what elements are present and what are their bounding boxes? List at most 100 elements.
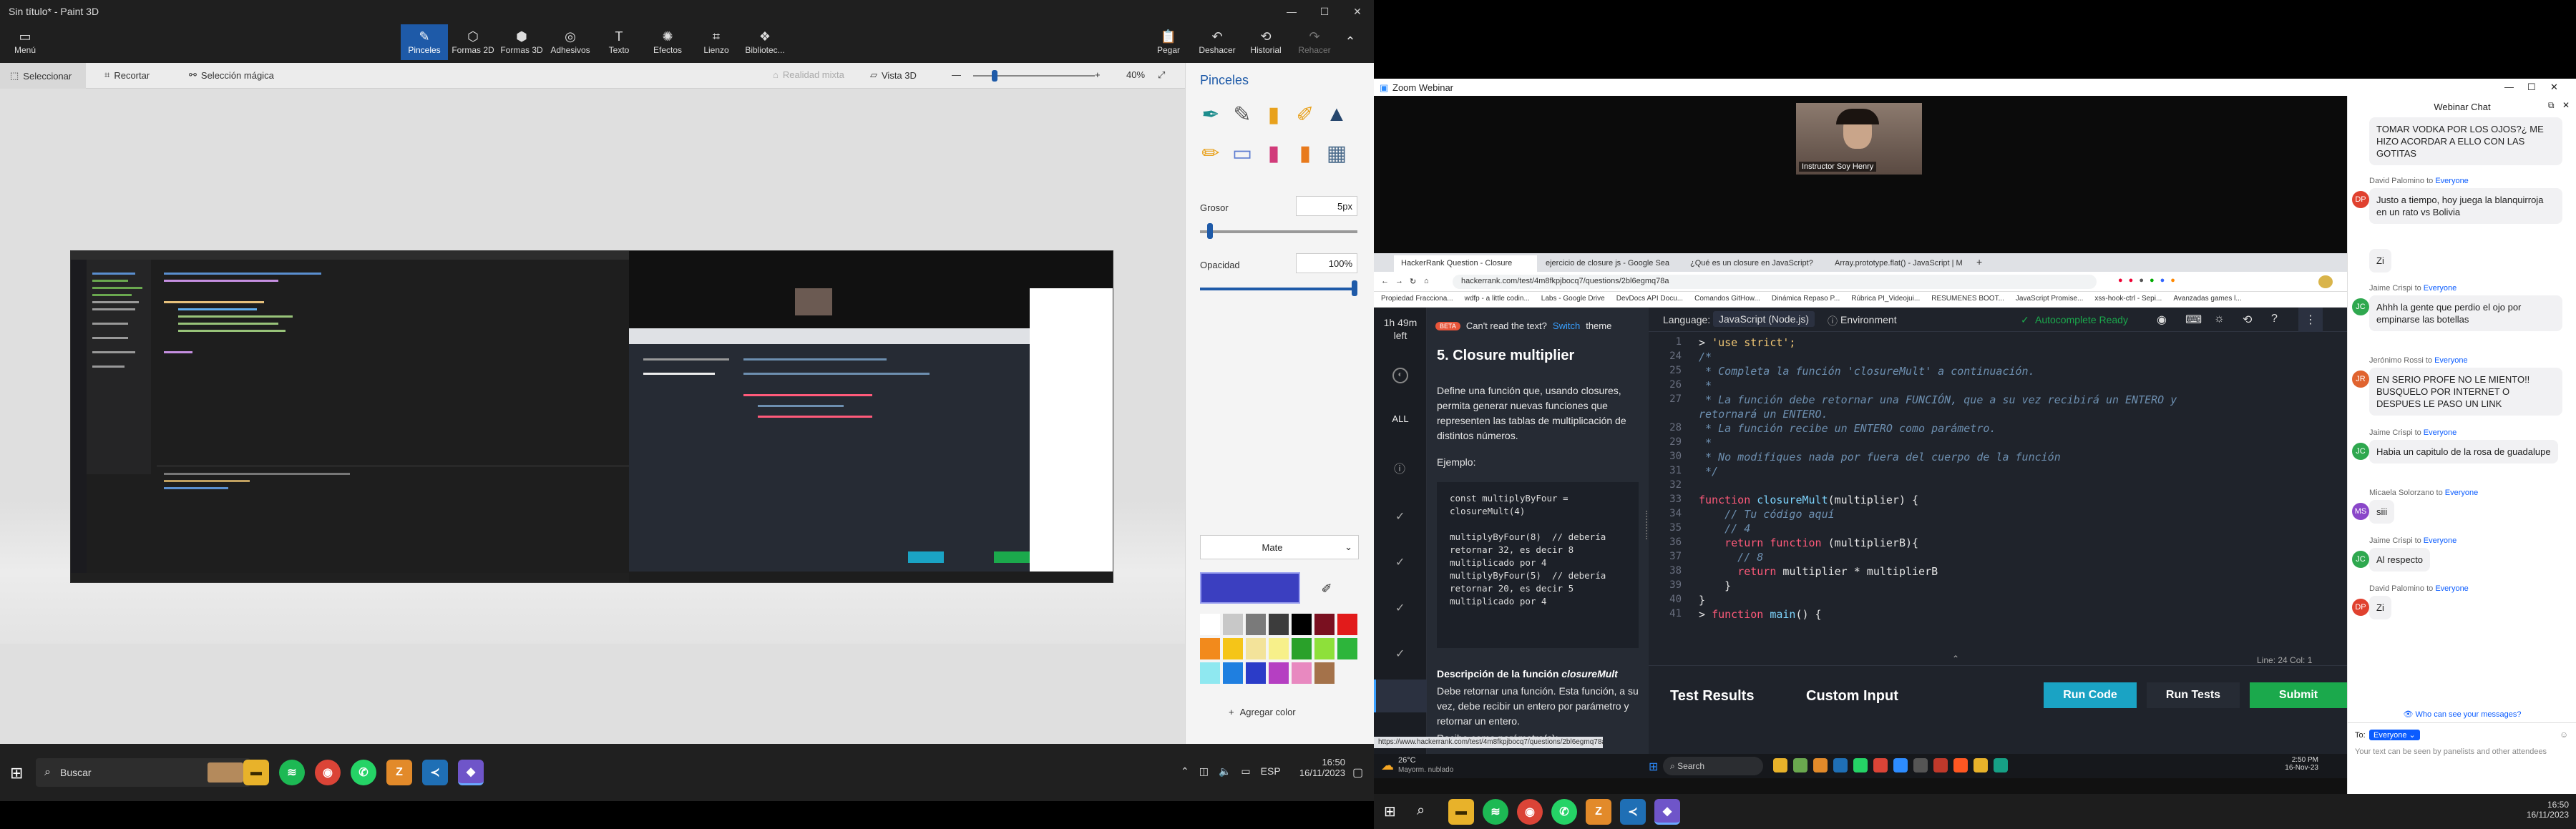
bookmark-item[interactable]: Dinámica Repaso P... — [1772, 295, 1840, 303]
minimize-icon[interactable]: — — [1275, 0, 1308, 23]
color-swatch[interactable] — [1292, 614, 1312, 635]
color-swatch[interactable] — [1337, 638, 1357, 659]
pixel-pen-icon[interactable]: ▲ — [1326, 99, 1347, 130]
chrome-icon[interactable]: ◉ — [1517, 799, 1543, 825]
paint3d-taskbar-icon[interactable]: ◆ — [1654, 799, 1680, 825]
thickness-input[interactable]: 5px — [1296, 196, 1357, 216]
magic-select-button[interactable]: ⚯ Selección mágica — [189, 69, 274, 81]
color-swatch[interactable] — [1269, 638, 1289, 659]
inner-app-icon[interactable] — [1913, 758, 1928, 772]
add-color-button[interactable]: + Agregar color — [1229, 707, 1296, 717]
menu-button[interactable]: ▭ Menú — [1, 24, 49, 60]
tool-shapes2d[interactable]: ⬡ Formas 2D — [449, 24, 497, 60]
inner-search-box[interactable]: ⌕ Search — [1663, 757, 1763, 775]
browser-tab[interactable]: ¿Qué es un closure en JavaScript? — [1683, 255, 1826, 272]
zoom-in-button[interactable]: + — [1095, 69, 1101, 80]
color-swatch[interactable] — [1292, 662, 1312, 684]
pencil-icon[interactable]: ✏ — [1200, 137, 1221, 169]
chat-message[interactable]: David Palomino to Everyone Justo a tiempo… — [2352, 177, 2562, 224]
bookmark-item[interactable]: RESUMENES BOOT... — [1931, 295, 2004, 303]
browser-tab[interactable]: ejercicio de closure js - Google Sea — [1538, 255, 1682, 272]
info-icon[interactable]: ⓘ — [1394, 459, 1405, 476]
undo-button[interactable]: ↶ Deshacer — [1194, 24, 1241, 60]
color-swatch[interactable] — [1314, 662, 1335, 684]
code-area[interactable]: 1 > 'use strict'; 24 /* 25 * Completa la fun… — [1649, 336, 2347, 651]
chat-message[interactable]: Jaime Crispi to Everyone Al respecto JC — [2352, 536, 2562, 572]
bookmark-item[interactable]: JavaScript Promise... — [2016, 295, 2083, 303]
fill-icon[interactable]: ▦ — [1326, 137, 1347, 169]
tool-library[interactable]: ❖ Bibliotec... — [741, 24, 789, 60]
redo-button[interactable]: ↷ Rehacer — [1291, 24, 1338, 60]
color-swatch[interactable] — [1223, 638, 1243, 659]
inner-app-icon[interactable] — [1773, 758, 1787, 772]
new-tab-icon[interactable]: + — [1976, 256, 1982, 268]
tab-custom-input[interactable]: Custom Input — [1806, 688, 1898, 705]
tool-text[interactable]: T Texto — [595, 24, 643, 60]
chat-message[interactable]: Jaime Crispi to Everyone Ahhh la gente qu… — [2352, 284, 2562, 331]
color-swatch[interactable] — [1200, 614, 1220, 635]
inner-app-icon[interactable] — [1953, 758, 1968, 772]
inner-app-icon[interactable] — [1974, 758, 1988, 772]
vscode-icon[interactable]: ≺ — [1620, 799, 1646, 825]
language-indicator[interactable]: ESP — [1261, 765, 1281, 778]
more-options-icon[interactable]: ⋮ — [2298, 308, 2323, 332]
extension-icons[interactable]: ● ● ● ● ● ● — [2118, 276, 2175, 285]
zoom-slider-thumb[interactable] — [992, 70, 997, 82]
color-swatch[interactable] — [1337, 614, 1357, 635]
bookmark-item[interactable]: Propiedad Fracciona... — [1381, 295, 1453, 303]
chat-message[interactable]: Micaela Solorzano to Everyone siii MS — [2352, 489, 2562, 524]
paste-button[interactable]: 📋 Pegar — [1145, 24, 1192, 60]
emoji-icon[interactable]: ☺ — [2560, 730, 2568, 740]
current-question-item[interactable] — [1374, 680, 1427, 712]
windows-start-icon[interactable]: ⊞ — [1649, 760, 1658, 774]
zoom-taskbar-icon[interactable]: Z — [386, 760, 412, 785]
environment-link[interactable]: Environment — [1840, 314, 1897, 325]
home-icon[interactable]: ⌂ — [1424, 277, 1429, 285]
tool-stickers[interactable]: ◎ Adhesivos — [547, 24, 594, 60]
color-swatch[interactable] — [1246, 638, 1266, 659]
crayon-icon[interactable]: ▮ — [1263, 137, 1284, 169]
maximize-icon[interactable]: ☐ — [2527, 82, 2536, 93]
collapse-ribbon-button[interactable]: ⌃ — [1332, 24, 1368, 60]
chat-message[interactable]: Jaime Crispi to Everyone Habia un capitul… — [2352, 428, 2562, 463]
clock[interactable]: 16:50 16/11/2023 — [2512, 800, 2569, 820]
compass-icon[interactable]: ◐ — [1392, 368, 1408, 383]
bookmark-item[interactable]: DevDocs API Docu... — [1616, 295, 1683, 303]
reload-icon[interactable]: ↻ — [1410, 277, 1416, 286]
check-icon[interactable]: ✓ — [1395, 509, 1405, 524]
color-swatch[interactable] — [1269, 662, 1289, 684]
opacity-input[interactable]: 100% — [1296, 253, 1357, 273]
inner-app-icon[interactable] — [1873, 758, 1888, 772]
zoom-taskbar-icon[interactable]: Z — [1586, 799, 1611, 825]
thickness-slider-thumb[interactable] — [1207, 223, 1213, 239]
history-button[interactable]: ⟲ Historial — [1242, 24, 1289, 60]
file-explorer-icon[interactable]: ▬ — [1448, 799, 1474, 825]
close-icon[interactable]: ✕ — [2550, 82, 2558, 93]
check-icon[interactable]: ✓ — [1395, 555, 1405, 569]
color-swatch[interactable] — [1200, 638, 1220, 659]
taskbar-search-box[interactable]: ⌕ Buscar — [36, 758, 250, 787]
autocomplete-status[interactable]: Autocomplete Ready — [2035, 314, 2128, 325]
recipient-dropdown[interactable]: Everyone ⌄ — [2369, 730, 2420, 740]
vscode-icon[interactable]: ≺ — [422, 760, 448, 785]
fit-screen-icon[interactable]: ⤢ — [1158, 69, 1165, 81]
switch-theme-link[interactable]: Switch — [1553, 320, 1580, 331]
run-tests-button[interactable]: Run Tests — [2147, 682, 2240, 708]
who-can-see-link[interactable]: 👁 Who can see your messages? — [2348, 710, 2576, 719]
chat-message-list[interactable]: TOMAR VODKA POR LOS OJOS?¿ ME HIZO ACORD… — [2348, 117, 2576, 704]
inner-app-icon[interactable] — [1793, 758, 1807, 772]
spray-can-icon[interactable]: ▮ — [1294, 137, 1316, 169]
inner-app-icon[interactable] — [1853, 758, 1868, 772]
watercolor-icon[interactable]: ✐ — [1294, 99, 1316, 130]
eraser-icon[interactable]: ▭ — [1231, 137, 1253, 169]
check-icon[interactable]: ✓ — [1395, 601, 1405, 615]
color-swatch[interactable] — [1269, 614, 1289, 635]
color-swatch[interactable] — [1314, 614, 1335, 635]
color-swatch[interactable] — [1246, 614, 1266, 635]
theme-icon[interactable]: ☼ — [2214, 313, 2225, 325]
tool-effects[interactable]: ✺ Efectos — [644, 24, 691, 60]
help-icon[interactable]: ? — [2271, 313, 2278, 325]
bookmark-item[interactable]: wdfp - a little codin... — [1465, 295, 1530, 303]
marker-icon[interactable]: ✒ — [1200, 99, 1221, 130]
notification-icon[interactable]: ▢ — [1352, 765, 1363, 780]
